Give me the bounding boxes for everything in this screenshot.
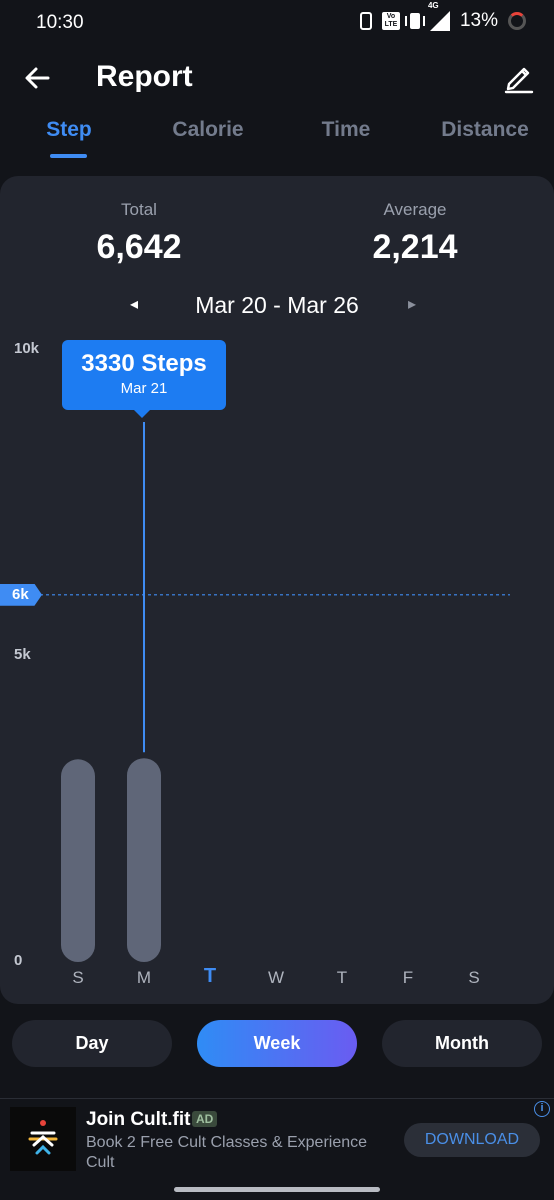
date-range-text: Mar 20 - Mar 26 xyxy=(195,292,359,318)
total-label: Total xyxy=(121,200,157,219)
period-selector: Day Week Month xyxy=(0,1020,554,1068)
y-tick-label: 5k xyxy=(14,646,31,663)
bar-0[interactable] xyxy=(61,759,95,962)
tooltip-value: 3330 Steps xyxy=(81,350,207,377)
x-label-sun[interactable]: S xyxy=(72,968,83,988)
steps-chart[interactable]: 10k 5k 0 6k S M T W T F S 3330 Steps Mar… xyxy=(0,336,554,996)
tooltip-date: Mar 21 xyxy=(120,380,168,397)
ad-badge: AD xyxy=(192,1111,218,1127)
ad-title: Join Cult.fit xyxy=(86,1109,191,1130)
x-label-fri[interactable]: F xyxy=(403,968,413,988)
tab-step[interactable]: Step xyxy=(46,118,92,142)
ad-description: Book 2 Free Cult Classes & Experience Cu… xyxy=(86,1134,368,1171)
total-value: 6,642 xyxy=(96,228,182,266)
y-tick-label: 0 xyxy=(14,952,23,969)
pencil-icon xyxy=(504,67,534,94)
tab-calorie[interactable]: Calorie xyxy=(172,118,243,142)
back-button[interactable] xyxy=(22,62,54,94)
network-label: 4G xyxy=(427,1,439,10)
metric-tabs: Step Calorie Time Distance xyxy=(0,112,554,162)
date-range-selector: ◂ Mar 20 - Mar 26 ▸ xyxy=(0,292,554,324)
status-icons: Vo LTE 4G 13% xyxy=(359,1,526,32)
average-stat: Average 2,214 xyxy=(372,200,457,267)
gesture-nav-handle[interactable] xyxy=(174,1187,380,1192)
average-label: Average xyxy=(383,200,447,219)
signal-icon: 4G xyxy=(428,1,450,31)
volte-icon: Vo LTE xyxy=(381,12,400,30)
report-card: Total 6,642 Average 2,214 ◂ Mar 20 - Mar… xyxy=(0,176,554,1004)
phone-icon xyxy=(359,12,372,30)
status-bar: 10:30 Vo LTE 4G 13% xyxy=(0,0,554,48)
app-header: Report xyxy=(0,52,554,108)
bar-1[interactable] xyxy=(127,758,161,962)
page-title: Report xyxy=(96,60,193,93)
arrow-left-icon xyxy=(25,67,50,89)
y-tick-label: 10k xyxy=(14,340,40,357)
x-label-sat[interactable]: S xyxy=(468,968,479,988)
x-label-wed[interactable]: W xyxy=(268,968,284,988)
x-label-thu[interactable]: T xyxy=(337,968,347,988)
tab-indicator xyxy=(50,154,87,158)
x-label-mon[interactable]: M xyxy=(137,968,151,988)
average-value: 2,214 xyxy=(372,228,458,266)
selected-bar-tooltip: 3330 Steps Mar 21 xyxy=(62,340,226,418)
tab-distance[interactable]: Distance xyxy=(441,118,529,142)
period-day-button[interactable]: Day xyxy=(12,1020,172,1067)
x-label-tue[interactable]: T xyxy=(204,965,216,988)
battery-icon xyxy=(508,12,526,30)
tab-time[interactable]: Time xyxy=(322,118,371,142)
ad-download-button[interactable]: DOWNLOAD xyxy=(404,1123,540,1157)
next-week-button[interactable]: ▸ xyxy=(408,294,416,314)
chart-canvas xyxy=(40,422,510,962)
battery-percent: 13% xyxy=(459,10,498,31)
edit-button[interactable] xyxy=(502,60,536,94)
vibrate-icon xyxy=(404,13,425,29)
period-week-button[interactable]: Week xyxy=(197,1020,357,1067)
prev-week-button[interactable]: ◂ xyxy=(130,294,138,314)
total-stat: Total 6,642 xyxy=(96,200,181,267)
ad-banner[interactable]: Join Cult.fit AD Book 2 Free Cult Classe… xyxy=(0,1098,554,1178)
cult-fit-logo xyxy=(10,1107,76,1171)
ad-info-icon[interactable]: i xyxy=(534,1101,550,1117)
period-month-button[interactable]: Month xyxy=(382,1020,542,1067)
status-time: 10:30 xyxy=(36,12,84,33)
goal-badge: 6k xyxy=(0,583,42,606)
